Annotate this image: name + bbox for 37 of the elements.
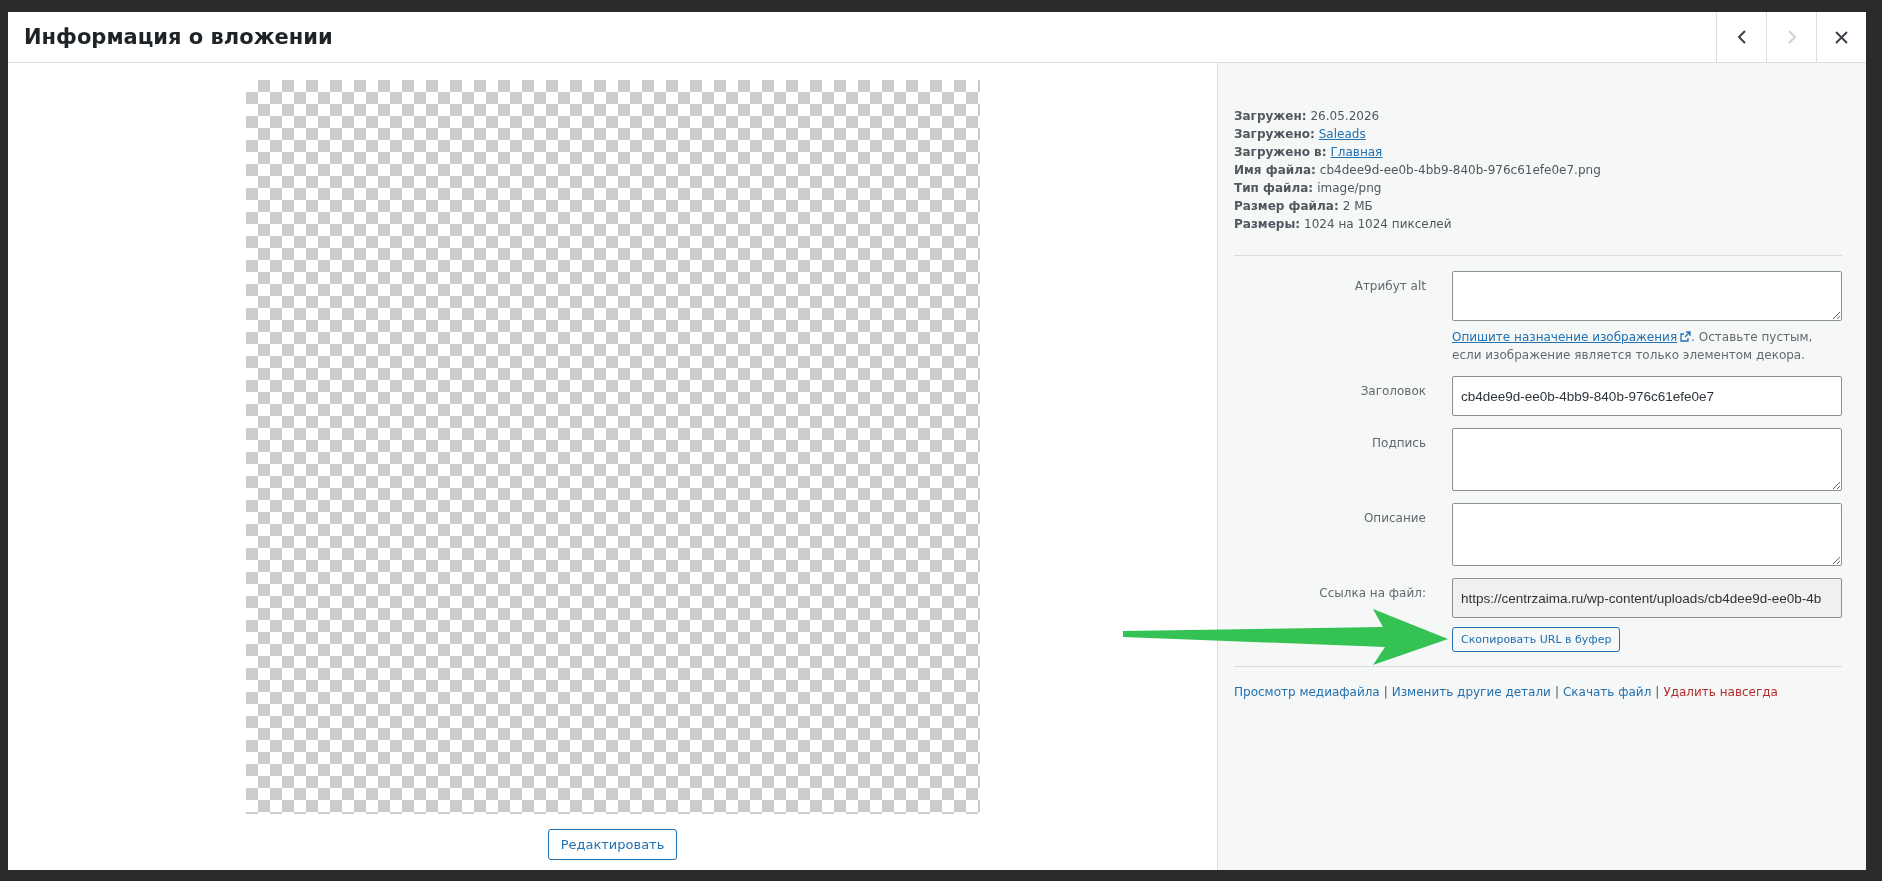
separator-text: | [1655, 685, 1660, 699]
help-text: Опишите назначение изображения . Оставьте пустым, если изображение является только элементом декора. [1452, 329, 1814, 364]
copy-url-button[interactable]: Скопировать URL в буфер [1452, 627, 1621, 652]
title-input[interactable]: cb4dee9d-ee0b-4bb9-840b-976c61efe0e7 [1452, 376, 1842, 416]
action-link[interactable]: Скачать файл [1562, 685, 1652, 699]
text-area[interactable] [1452, 503, 1842, 566]
field-label: Ссылка на файл: [1318, 585, 1427, 600]
detail-value: 1024 на 1024 пикселей [1304, 217, 1452, 231]
action-link[interactable]: Изменить другие детали [1391, 685, 1551, 699]
field-label: Подпись [1371, 435, 1427, 450]
detail-label: Тип файла: [1234, 181, 1314, 195]
detail-label: Загружен: [1234, 109, 1307, 123]
separator-text: | [1383, 685, 1388, 699]
detail-label: Имя файла: [1234, 163, 1316, 177]
edit-button[interactable]: Редактировать [547, 829, 678, 860]
detail-link[interactable]: Saleads [1318, 127, 1366, 141]
field-label: Описание [1362, 510, 1427, 525]
detail-value: 2 МБ [1342, 199, 1373, 213]
detail-label: Загружено в: [1234, 145, 1327, 159]
detail-value: image/png [1317, 181, 1382, 195]
detail-label: Размер файла: [1234, 199, 1339, 213]
help-link[interactable]: Опишите назначение изображения [1452, 330, 1692, 344]
separator-text: | [1554, 685, 1559, 699]
window-title: Информация о вложении [24, 25, 333, 49]
delete-link[interactable]: Удалить навсегда [1663, 685, 1778, 699]
detail-label: Размеры: [1234, 217, 1301, 231]
text-area[interactable] [1452, 428, 1842, 491]
field-label: Атрибут alt [1353, 278, 1427, 293]
detail-value: cb4dee9d-ee0b-4bb9-840b-976c61efe0e7.png [1319, 163, 1601, 177]
action-link[interactable]: Просмотр медиафайла [1234, 685, 1380, 699]
detail-label: Загружено: [1234, 127, 1315, 141]
detail-link[interactable]: Главная [1330, 145, 1383, 159]
text-area[interactable] [1452, 271, 1842, 321]
detail-value: 26.05.2026 [1310, 109, 1380, 123]
file-url-field[interactable]: https://centrzaima.ru/wp-content/uploads/cb4dee9d-ee0b-4b [1452, 578, 1842, 618]
field-label: Заголовок [1359, 383, 1427, 398]
external-link-icon [1680, 331, 1692, 342]
